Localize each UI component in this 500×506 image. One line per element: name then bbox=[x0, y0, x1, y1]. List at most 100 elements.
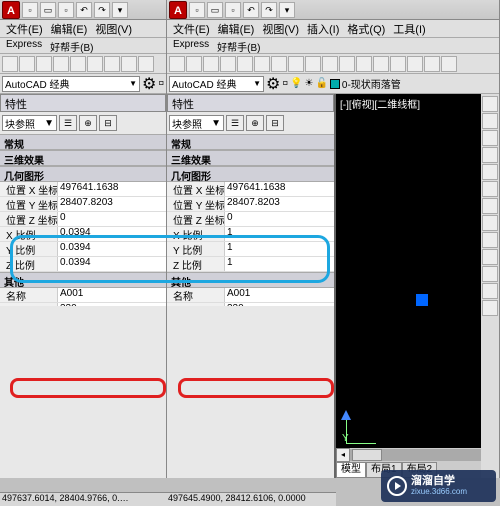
viewport-label[interactable]: [-][俯视][二维线框] bbox=[340, 96, 420, 111]
object-type-combo[interactable]: 块参照▼ bbox=[2, 115, 57, 131]
more-icon[interactable]: ▾ bbox=[279, 2, 295, 18]
prop-val[interactable]: 1 bbox=[225, 242, 334, 256]
menu-edit[interactable]: 编辑(E) bbox=[47, 20, 92, 37]
section-other[interactable]: 其他 bbox=[0, 272, 166, 288]
drawing-viewport[interactable]: [-][俯视][二维线框] YX ◂ ▸ 模型 布局1 布局2 bbox=[334, 94, 499, 478]
menu-express[interactable]: Express bbox=[169, 38, 213, 53]
prop-val[interactable]: 497641.1638 bbox=[225, 182, 334, 196]
toolbar-btn[interactable] bbox=[441, 56, 457, 72]
filter-icon[interactable]: ☰ bbox=[59, 115, 77, 131]
toolbar-btn[interactable] bbox=[424, 56, 440, 72]
toolbar-btn[interactable] bbox=[138, 56, 154, 72]
prop-val[interactable]: 0.0394 bbox=[58, 227, 166, 241]
section-effects[interactable]: 三维效果 bbox=[0, 150, 166, 166]
save-icon[interactable]: ▫ bbox=[58, 2, 74, 18]
h-scrollbar[interactable]: ◂ ▸ bbox=[336, 448, 499, 462]
prop-val[interactable]: 1 bbox=[225, 227, 334, 241]
menu-helper[interactable]: 好帮手(B) bbox=[213, 38, 264, 53]
toolbar-btn[interactable] bbox=[121, 56, 137, 72]
pick-icon[interactable]: ⊕ bbox=[246, 115, 264, 131]
toolbar-btn[interactable] bbox=[288, 56, 304, 72]
vtool-btn[interactable] bbox=[482, 215, 498, 231]
prop-val[interactable]: 28407.8203 bbox=[58, 197, 166, 211]
prop-val[interactable]: 0.0394 bbox=[58, 257, 166, 271]
workspace-combo[interactable]: AutoCAD 经典▼ bbox=[2, 76, 140, 92]
prop-val[interactable]: 0 bbox=[58, 212, 166, 226]
vtool-btn[interactable] bbox=[482, 96, 498, 112]
filter-icon[interactable]: ☰ bbox=[226, 115, 244, 131]
menu-express[interactable]: Express bbox=[2, 38, 46, 53]
tab-model[interactable]: 模型 bbox=[336, 462, 366, 478]
vtool-btn[interactable] bbox=[482, 249, 498, 265]
vtool-btn[interactable] bbox=[482, 181, 498, 197]
redo-icon[interactable]: ↷ bbox=[261, 2, 277, 18]
toolbar-btn[interactable] bbox=[169, 56, 185, 72]
new-icon[interactable]: ▫ bbox=[189, 2, 205, 18]
save-icon[interactable]: ▫ bbox=[225, 2, 241, 18]
object-type-combo[interactable]: 块参照▼ bbox=[169, 115, 224, 131]
ws-btn[interactable]: ⚙ bbox=[266, 74, 280, 94]
prop-val[interactable]: 28407.8203 bbox=[225, 197, 334, 211]
menu-helper[interactable]: 好帮手(B) bbox=[46, 38, 97, 53]
toolbar-btn[interactable] bbox=[186, 56, 202, 72]
redo-icon[interactable]: ↷ bbox=[94, 2, 110, 18]
pick-icon[interactable]: ⊕ bbox=[79, 115, 97, 131]
scroll-thumb[interactable] bbox=[352, 449, 382, 461]
undo-icon[interactable]: ↶ bbox=[243, 2, 259, 18]
section-geom[interactable]: 几何图形 bbox=[0, 166, 166, 182]
new-icon[interactable]: ▫ bbox=[22, 2, 38, 18]
toolbar-btn[interactable] bbox=[220, 56, 236, 72]
prop-val[interactable]: 497641.1638 bbox=[58, 182, 166, 196]
vtool-btn[interactable] bbox=[482, 164, 498, 180]
toolbar-btn[interactable] bbox=[237, 56, 253, 72]
menu-file[interactable]: 文件(E) bbox=[169, 20, 214, 37]
menu-file[interactable]: 文件(E) bbox=[2, 20, 47, 37]
toolbar-btn[interactable] bbox=[339, 56, 355, 72]
vtool-btn[interactable] bbox=[482, 147, 498, 163]
prop-val[interactable]: 0.0394 bbox=[58, 242, 166, 256]
scroll-track[interactable] bbox=[350, 449, 485, 461]
toolbar-btn[interactable] bbox=[36, 56, 52, 72]
layer-combo[interactable]: 💡☀🔓 0-现状雨落管 bbox=[290, 76, 497, 91]
toolbar-btn[interactable] bbox=[70, 56, 86, 72]
toolbar-btn[interactable] bbox=[2, 56, 18, 72]
toolbar-btn[interactable] bbox=[203, 56, 219, 72]
scroll-left-icon[interactable]: ◂ bbox=[336, 448, 350, 462]
menu-edit[interactable]: 编辑(E) bbox=[214, 20, 259, 37]
quick-icon[interactable]: ⊟ bbox=[99, 115, 117, 131]
vtool-btn[interactable] bbox=[482, 130, 498, 146]
toolbar-btn[interactable] bbox=[407, 56, 423, 72]
toolbar-btn[interactable] bbox=[356, 56, 372, 72]
prop-val[interactable]: A001 bbox=[58, 288, 166, 302]
open-icon[interactable]: ▭ bbox=[207, 2, 223, 18]
vtool-btn[interactable] bbox=[482, 198, 498, 214]
menu-view[interactable]: 视图(V) bbox=[258, 20, 303, 37]
undo-icon[interactable]: ↶ bbox=[76, 2, 92, 18]
vtool-btn[interactable] bbox=[482, 113, 498, 129]
section-geom[interactable]: 几何图形 bbox=[167, 166, 334, 182]
toolbar-btn[interactable] bbox=[19, 56, 35, 72]
vtool-btn[interactable] bbox=[482, 232, 498, 248]
toolbar-btn[interactable] bbox=[373, 56, 389, 72]
toolbar-btn[interactable] bbox=[104, 56, 120, 72]
ws-btn[interactable]: ▫ bbox=[282, 75, 288, 93]
toolbar-btn[interactable] bbox=[305, 56, 321, 72]
prop-val[interactable]: 1 bbox=[225, 257, 334, 271]
section-general[interactable]: 常规 bbox=[167, 134, 334, 150]
section-general[interactable]: 常规 bbox=[0, 134, 166, 150]
open-icon[interactable]: ▭ bbox=[40, 2, 56, 18]
toolbar-btn[interactable] bbox=[87, 56, 103, 72]
prop-val[interactable]: A001 bbox=[225, 288, 334, 302]
section-other[interactable]: 其他 bbox=[167, 272, 334, 288]
toolbar-btn[interactable] bbox=[53, 56, 69, 72]
section-effects[interactable]: 三维效果 bbox=[167, 150, 334, 166]
workspace-combo[interactable]: AutoCAD 经典▼ bbox=[169, 76, 264, 92]
prop-val[interactable]: 0 bbox=[225, 212, 334, 226]
more-icon[interactable]: ▾ bbox=[112, 2, 128, 18]
toolbar-btn[interactable] bbox=[271, 56, 287, 72]
menu-view[interactable]: 视图(V) bbox=[91, 20, 136, 37]
selection-grip[interactable] bbox=[416, 294, 428, 306]
vtool-btn[interactable] bbox=[482, 266, 498, 282]
ws-btn[interactable]: ⚙ bbox=[142, 74, 156, 94]
menu-tools[interactable]: 工具(I) bbox=[389, 20, 429, 37]
